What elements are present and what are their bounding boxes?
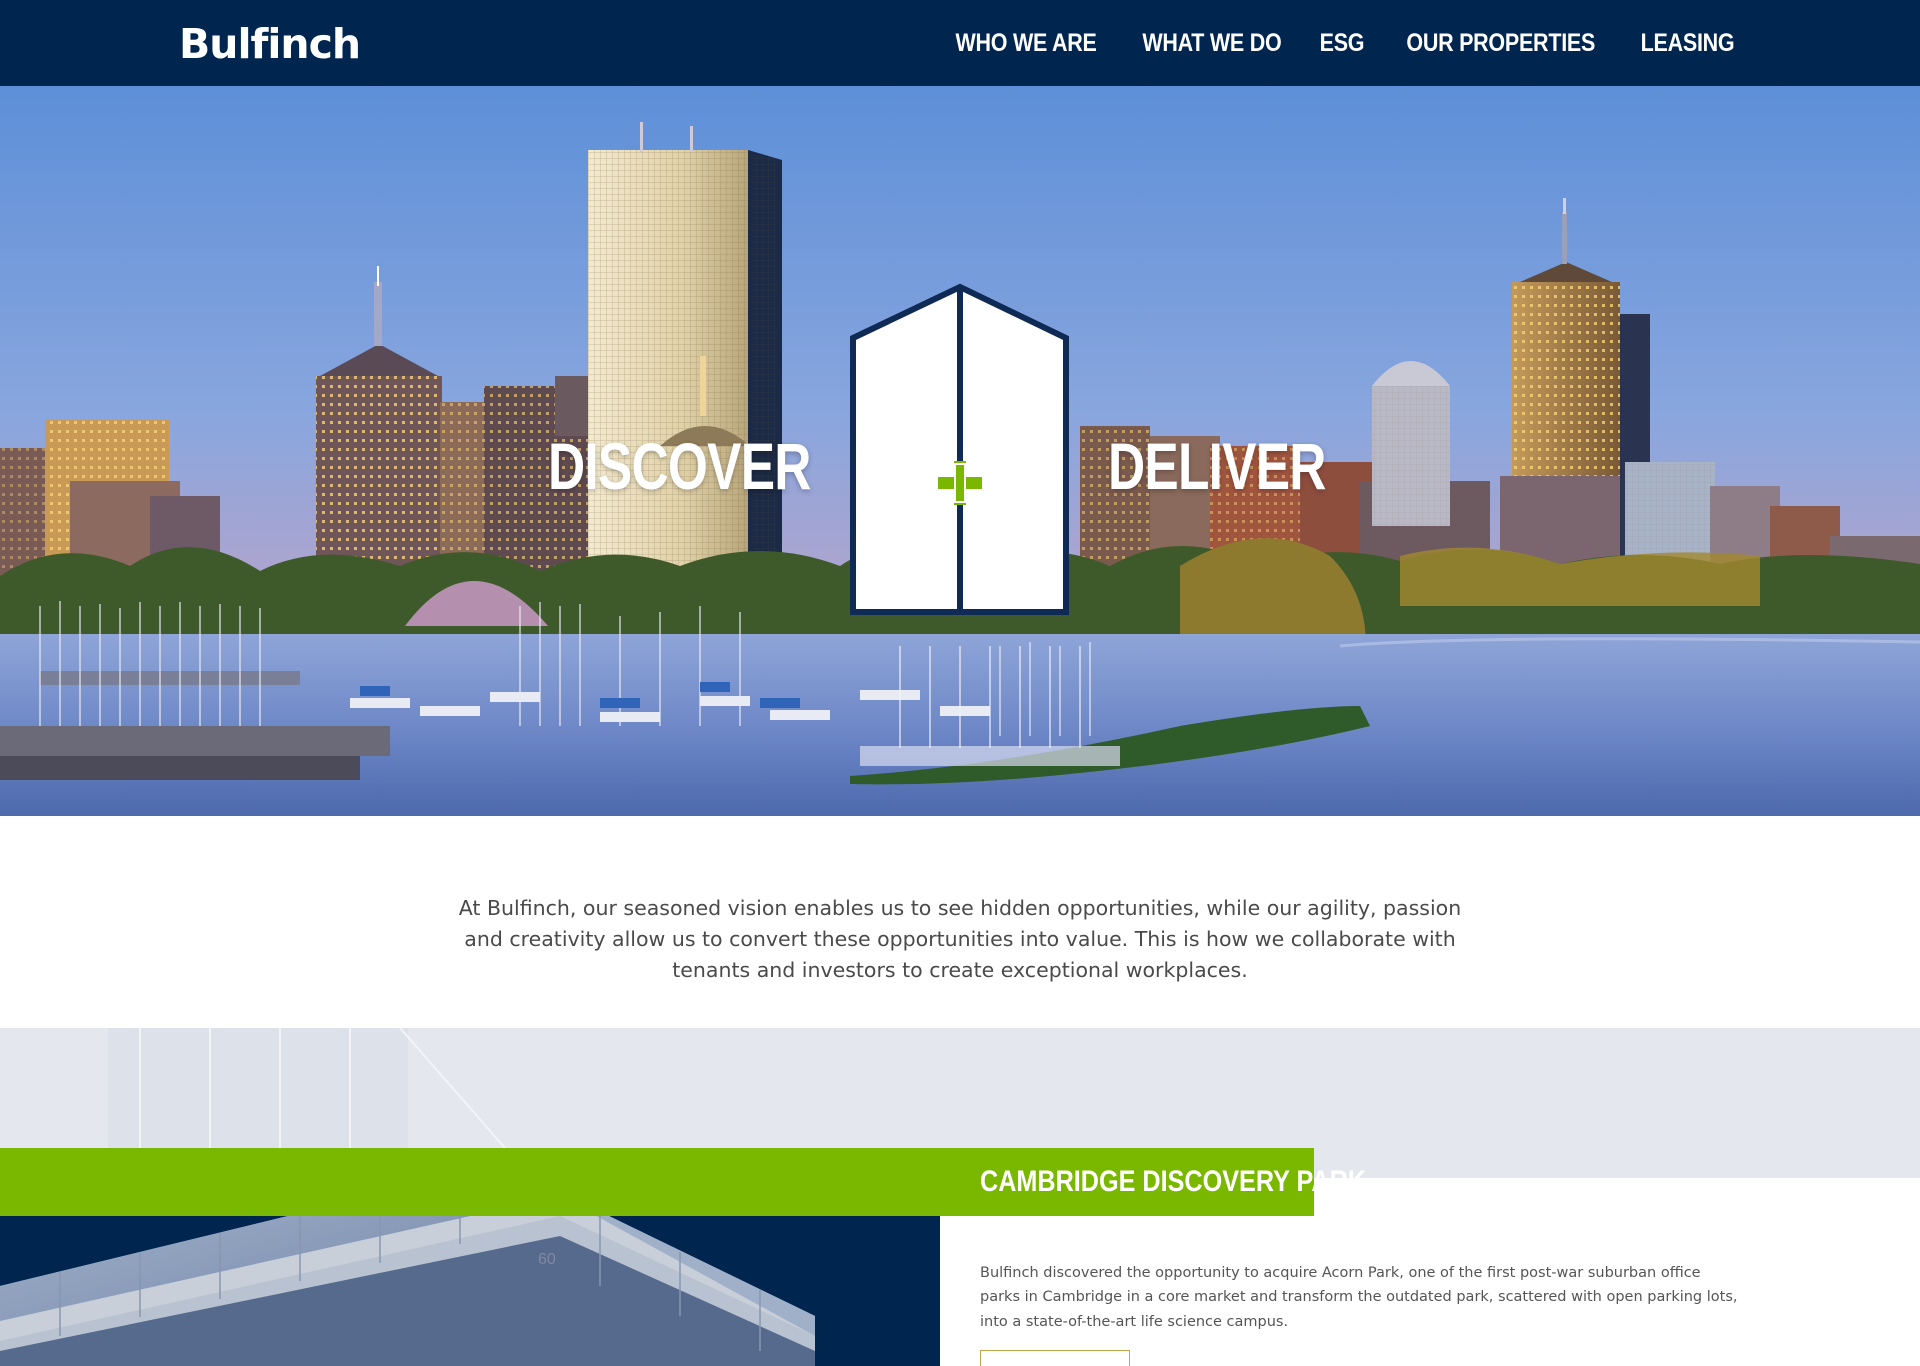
- nav-leasing[interactable]: LEASING: [1641, 29, 1735, 58]
- nav-what-we-do[interactable]: WHAT WE DO: [1142, 29, 1281, 58]
- nav-esg[interactable]: ESG: [1319, 29, 1364, 58]
- hero-skyline-image: [0, 86, 1920, 816]
- building-number-60: 60: [538, 1251, 556, 1268]
- intro-paragraph: At Bulfinch, our seasoned vision enables…: [458, 895, 1462, 982]
- hero-deliver-text: DELIVER: [1108, 429, 1326, 503]
- site-header: Bulfinch WHO WE ARE WHAT WE DO ESG OUR P…: [0, 0, 1920, 86]
- hero-banner: DISCOVER DELIVER: [0, 86, 1920, 816]
- nav-our-properties[interactable]: OUR PROPERTIES: [1406, 29, 1595, 58]
- hero-discover-text: DISCOVER: [548, 429, 811, 503]
- main-nav: WHO WE ARE WHAT WE DO ESG OUR PROPERTIES…: [944, 0, 1742, 86]
- nav-who-we-are[interactable]: WHO WE ARE: [955, 29, 1096, 58]
- feature-learn-more-button[interactable]: [980, 1350, 1130, 1366]
- feature-section: 60 CAMBRIDGE DISCOVERY PARK Bulfinch dis…: [0, 1028, 1920, 1366]
- feature-title: CAMBRIDGE DISCOVERY PARK: [980, 1165, 1366, 1198]
- feature-description: Bulfinch discovered the opportunity to a…: [980, 1264, 1738, 1330]
- bulfinch-logo[interactable]: Bulfinch: [179, 18, 361, 70]
